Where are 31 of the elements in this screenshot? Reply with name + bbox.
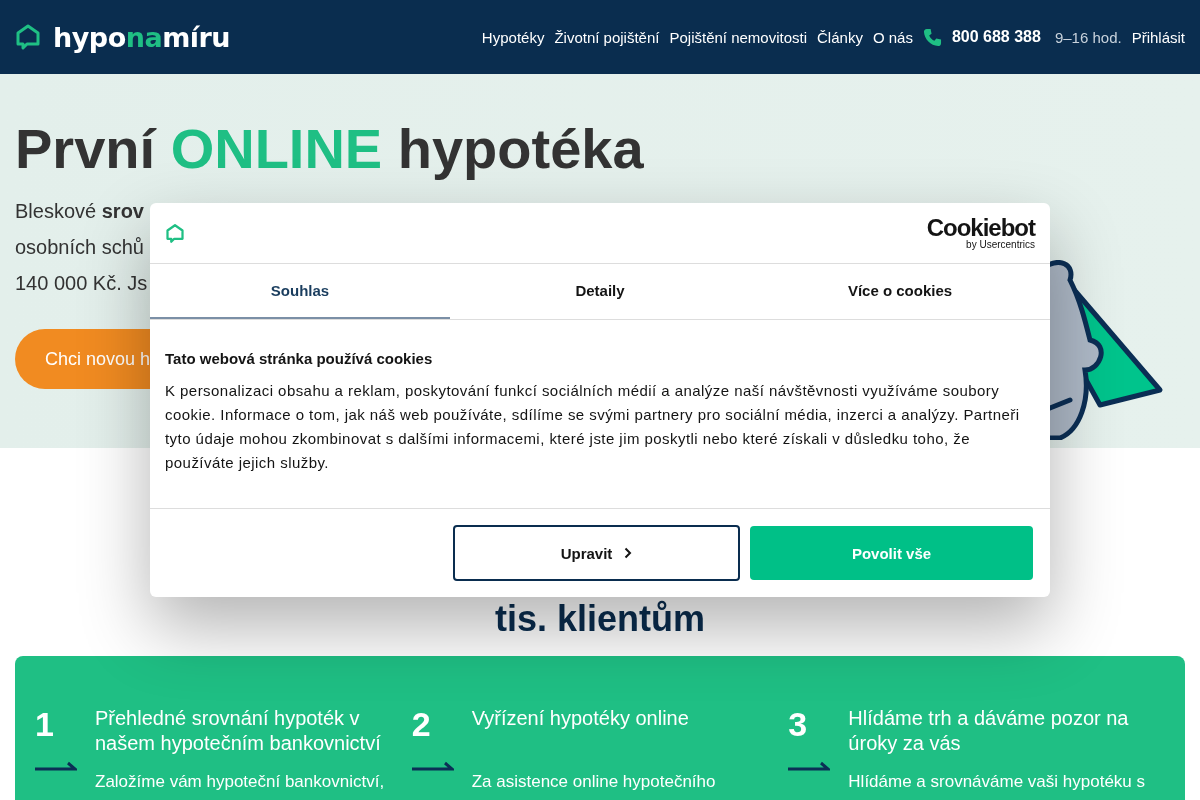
customize-button[interactable]: Upravit <box>453 525 740 581</box>
section-heading: tis. klientům <box>493 600 706 638</box>
nav-link[interactable]: Hypotéky <box>481 28 545 46</box>
chevron-icon <box>624 547 633 559</box>
house-chat-icon[interactable] <box>15 23 41 51</box>
hero-headline: První ONLINE hypotéka <box>15 116 645 181</box>
step-text: Založíme vám hypoteční bankovnictví, <box>95 772 386 792</box>
step-number: 2 <box>411 706 432 742</box>
hours-text: 9–16 hod. <box>1054 28 1122 46</box>
nav-link[interactable]: Články <box>817 28 863 46</box>
phone-link[interactable]: 800 688 388 <box>951 28 1041 46</box>
nav-link[interactable]: Životní pojištění <box>554 28 660 46</box>
hero-text: 140 000 Kč. Js <box>15 271 148 296</box>
step-text: Za asistence online hypotečního <box>471 772 716 792</box>
phone-icon <box>922 27 942 47</box>
login-link[interactable]: Přihlásit <box>1131 28 1185 46</box>
house-chat-icon <box>165 222 185 244</box>
step-number: 1 <box>35 706 55 742</box>
step-title: Přehledné srovnání hypoték v našem hypotečním bankovnictví <box>95 706 382 756</box>
brand-subtitle: by Usercentrics <box>966 238 1035 250</box>
nav-link[interactable]: O nás <box>872 28 913 46</box>
step-number: 3 <box>788 706 809 742</box>
hero-text: osobních schů <box>15 235 144 260</box>
dialog-tab[interactable]: Souhlas <box>150 264 450 319</box>
brand-logo: Cookiebot <box>926 216 1035 239</box>
step-text: Hlídáme a srovnáváme vaši hypotéku s <box>848 772 1147 792</box>
step-title: Vyřízení hypotéky online <box>471 706 690 731</box>
step-title: Hlídáme trh a dáváme pozor na úroky za vás <box>848 706 1130 756</box>
hero-text: Bleskové srov <box>15 199 144 224</box>
nav-link[interactable]: Pojištění nemovitosti <box>669 28 808 46</box>
logo-text[interactable]: hyponamíru <box>53 21 231 53</box>
